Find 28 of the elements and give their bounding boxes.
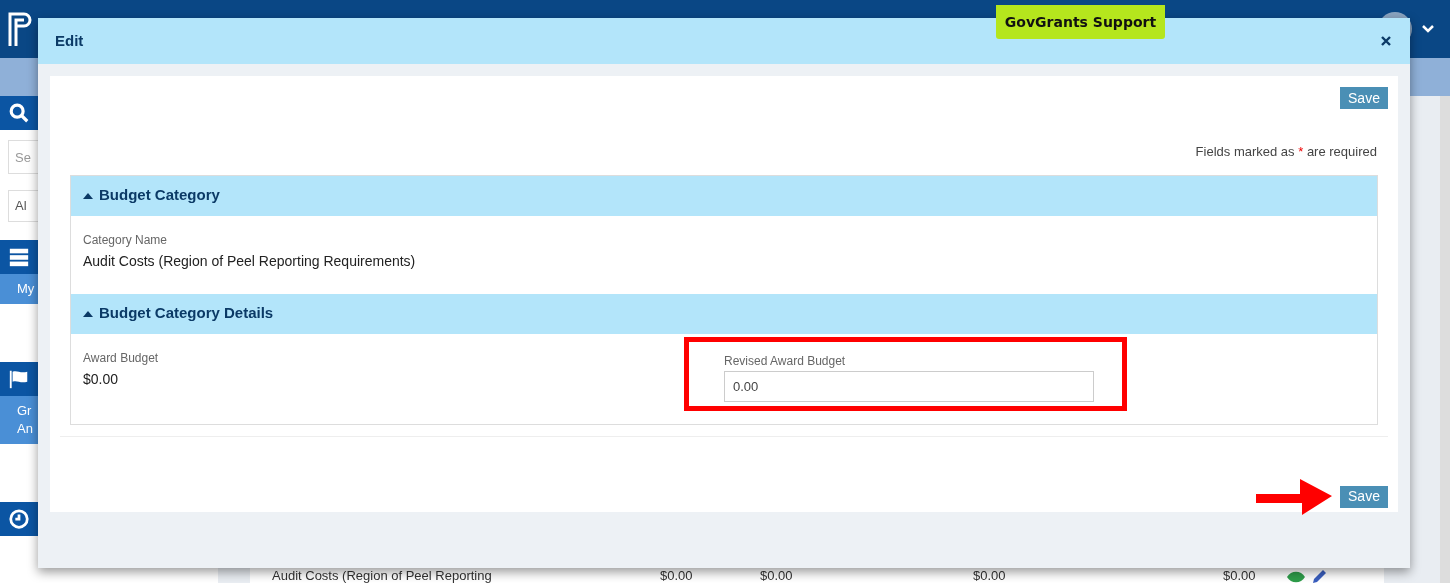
table-cell-text: $0.00 [973,568,1007,583]
field-label: Revised Award Budget [724,353,847,369]
search-icon [8,102,30,124]
caret-up-icon [83,192,93,199]
save-button[interactable]: Save [1340,485,1388,508]
clock-icon [8,508,30,530]
field-label: Category Name [83,232,169,248]
field-label: Award Budget [83,350,160,366]
logo-icon [8,12,32,46]
flag-icon [8,368,30,390]
list-icon [8,246,30,268]
dialog-title: Edit [55,30,84,51]
chevron-down-icon[interactable] [1422,25,1434,33]
required-note: Fields marked as * are required [1195,143,1377,161]
field-value: $0.00 [83,369,120,388]
budget-input[interactable]: 0.00 [724,370,1094,402]
table-cell-text: $0.00 [760,568,794,583]
table-cell-text: $0.00 [1223,568,1257,583]
field-value: Audit Costs (Region of Peel Reporting Requirements) [83,251,417,270]
support-badge[interactable]: GovGrants Support [996,5,1165,39]
table-cell-text: $0.00 [660,568,694,583]
close-icon[interactable] [1381,36,1391,46]
save-button[interactable]: Save [1340,87,1388,109]
section-header[interactable]: Budget Category Details [71,293,1377,334]
section-header[interactable]: Budget Category [71,175,1377,216]
scrollbar[interactable] [1440,96,1450,583]
caret-up-icon [83,310,93,317]
table-cell-text: Audit Costs (Region of Peel Reporting [271,568,493,583]
